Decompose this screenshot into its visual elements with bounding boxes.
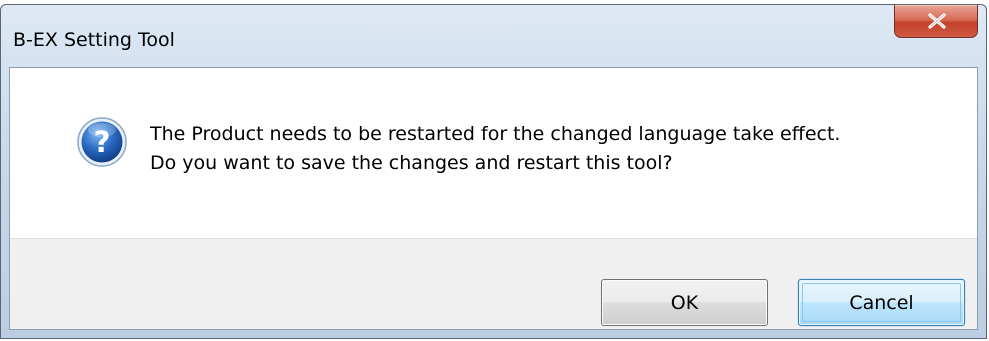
cancel-button-label: Cancel xyxy=(849,291,914,314)
cancel-button[interactable]: Cancel xyxy=(798,279,965,326)
window-title: B-EX Setting Tool xyxy=(13,29,175,51)
svg-text:?: ? xyxy=(94,125,111,159)
message-line-1: The Product needs to be restarted for th… xyxy=(150,123,841,145)
dialog-client-area: ? The Product needs to be restarted for … xyxy=(9,67,978,330)
close-button[interactable] xyxy=(894,5,978,38)
dialog-window: B-EX Setting Tool ? The Product needs to… xyxy=(0,4,987,339)
message-area: ? The Product needs to be restarted for … xyxy=(10,68,977,238)
ok-button[interactable]: OK xyxy=(601,279,768,326)
dialog-message: The Product needs to be restarted for th… xyxy=(150,120,840,178)
title-bar[interactable]: B-EX Setting Tool xyxy=(1,5,986,67)
button-bar: OK Cancel xyxy=(10,238,977,329)
question-icon: ? xyxy=(77,117,127,167)
close-x-icon xyxy=(928,13,946,29)
message-line-2: Do you want to save the changes and rest… xyxy=(150,152,673,174)
